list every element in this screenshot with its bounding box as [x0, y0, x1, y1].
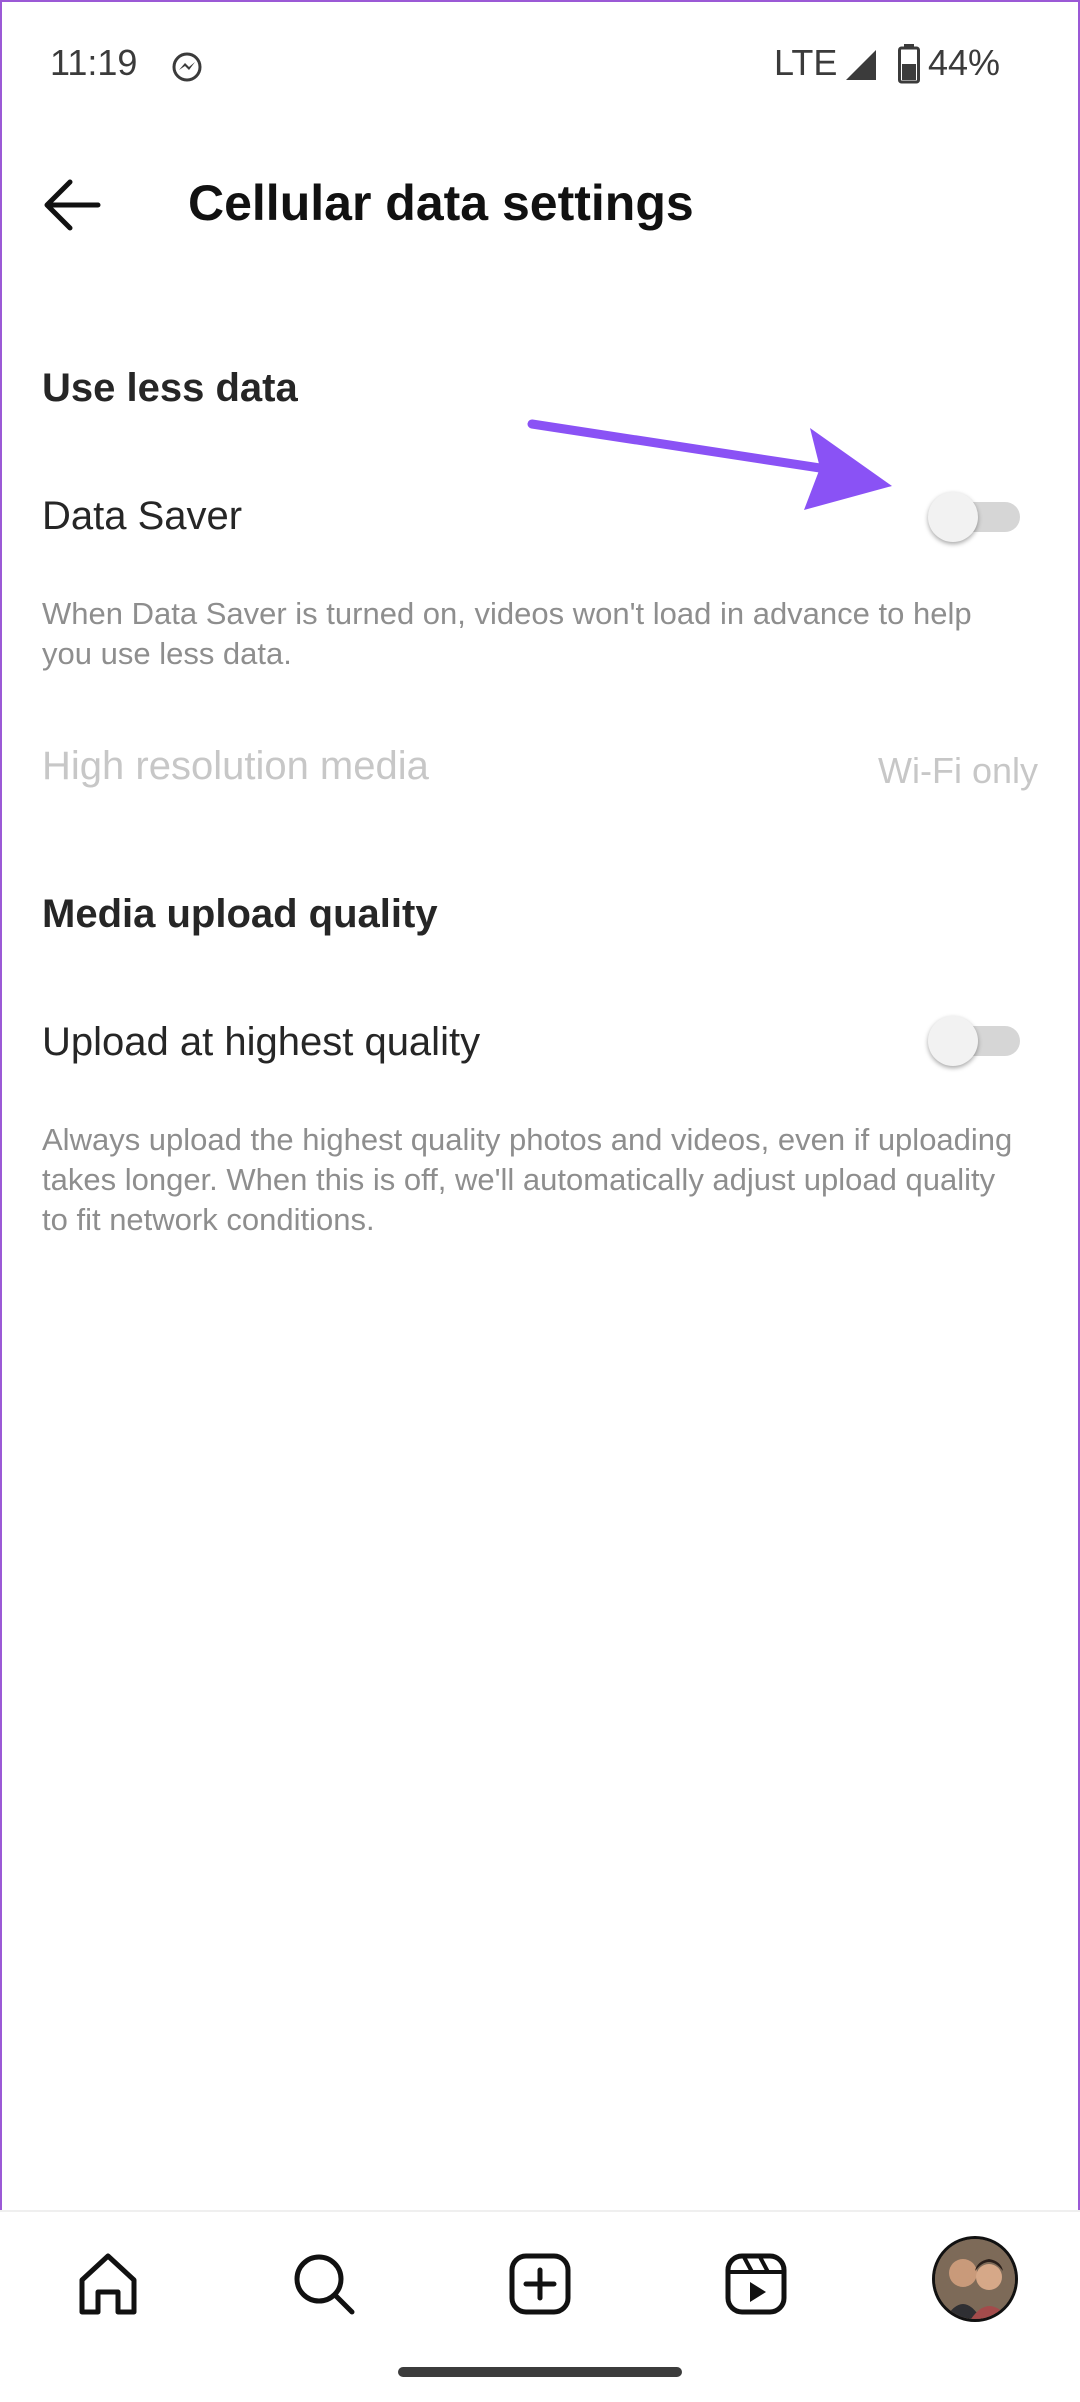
avatar-image — [935, 2239, 1015, 2319]
section-heading-use-less-data: Use less data — [42, 366, 298, 410]
profile-avatar[interactable] — [932, 2236, 1018, 2322]
signal-icon — [846, 50, 876, 80]
network-type: LTE — [774, 42, 838, 83]
status-bar: 11:19 LTE 44% — [0, 0, 1080, 130]
arrow-left-icon — [44, 179, 101, 231]
page-title: Cellular data settings — [188, 175, 694, 231]
section-heading-media-upload-quality: Media upload quality — [42, 892, 438, 936]
upload-highest-quality-description: Always upload the highest quality photos… — [42, 1122, 1013, 1237]
data-saver-toggle[interactable] — [928, 492, 1020, 542]
upload-highest-quality-label[interactable]: Upload at highest quality — [42, 1020, 480, 1065]
annotation-arrow-icon — [527, 419, 892, 510]
home-icon — [79, 2253, 137, 2315]
nav-reels[interactable] — [716, 2244, 796, 2324]
upload-highest-quality-toggle[interactable] — [928, 1016, 1020, 1066]
nav-home[interactable] — [68, 2244, 148, 2324]
high-resolution-media-value[interactable]: Wi-Fi only — [878, 750, 1038, 792]
high-resolution-media-label[interactable]: High resolution media — [42, 744, 429, 789]
toggle-thumb — [928, 492, 978, 542]
status-time: 11:19 — [50, 42, 138, 83]
create-icon — [509, 2253, 571, 2315]
toggle-thumb — [928, 1016, 978, 1066]
nav-search[interactable] — [284, 2244, 364, 2324]
nav-create[interactable] — [500, 2244, 580, 2324]
battery-icon — [898, 44, 920, 84]
battery-percent: 44% — [928, 42, 1001, 83]
back-button[interactable] — [38, 170, 108, 240]
search-icon — [294, 2254, 355, 2315]
messenger-icon — [172, 52, 202, 82]
home-indicator[interactable] — [398, 2367, 682, 2377]
data-saver-label[interactable]: Data Saver — [42, 494, 242, 539]
reels-icon — [725, 2253, 787, 2315]
data-saver-description: When Data Saver is turned on, videos won… — [42, 596, 972, 671]
